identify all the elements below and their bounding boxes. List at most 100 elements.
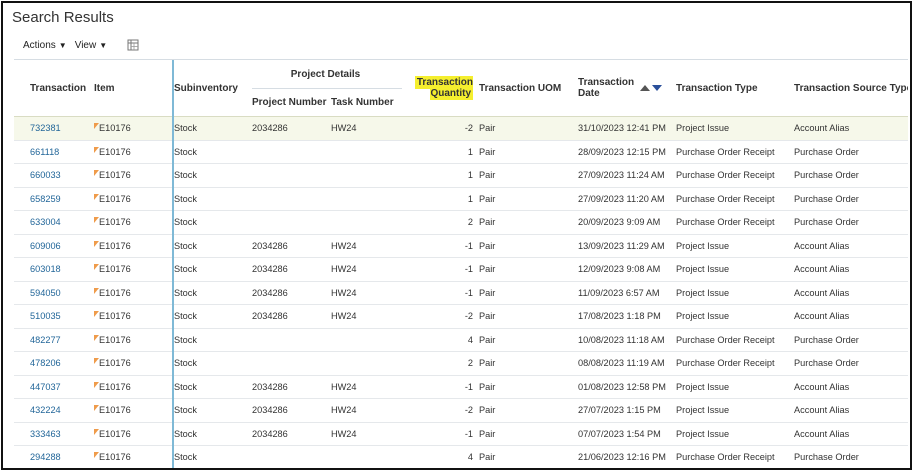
- table-row[interactable]: 447037 E10176 Stock 2034286 HW24 -1 Pair 01/08/…: [14, 375, 908, 399]
- type-cell: Purchase Order Receipt: [676, 351, 795, 376]
- item-cell: E10176: [94, 257, 173, 282]
- item-value: E10176: [99, 452, 131, 463]
- table-row[interactable]: 609006 E10176 Stock 2034286 HW24 -1 Pair 13/09/…: [14, 234, 908, 258]
- col-item[interactable]: Item: [94, 60, 173, 117]
- uom-cell: Pair: [479, 304, 579, 329]
- col-transaction-type[interactable]: Transaction Type: [676, 60, 794, 117]
- task-number-cell: HW24: [331, 304, 403, 329]
- row-selector[interactable]: [14, 210, 30, 235]
- subinventory-cell: Stock: [172, 163, 252, 188]
- row-selector[interactable]: [14, 351, 30, 376]
- source-type-cell: Account Alias: [794, 304, 908, 329]
- row-selector[interactable]: [14, 304, 30, 329]
- task-number-cell: HW24: [331, 375, 403, 399]
- table-row[interactable]: 603018 E10176 Stock 2034286 HW24 -1 Pair 12/09/…: [14, 257, 908, 282]
- source-type-cell: Account Alias: [794, 257, 908, 282]
- row-selector[interactable]: [14, 116, 30, 141]
- transaction-link[interactable]: 658259: [30, 194, 61, 204]
- item-value: E10176: [99, 405, 131, 416]
- quantity-cell: 4: [402, 445, 480, 468]
- col-transaction-date[interactable]: Transaction Date: [578, 60, 676, 117]
- freeze-columns-icon[interactable]: [127, 39, 139, 51]
- actions-menu[interactable]: Actions ▼: [23, 40, 67, 51]
- row-selector[interactable]: [14, 328, 30, 352]
- project-number-cell: 2034286: [252, 422, 331, 446]
- row-selector[interactable]: [14, 281, 30, 305]
- item-cell: E10176: [94, 163, 173, 188]
- row-selector[interactable]: [14, 140, 30, 164]
- col-transaction-source-type[interactable]: Transaction Source Type: [794, 60, 908, 117]
- col-transaction-uom[interactable]: Transaction UOM: [479, 60, 578, 117]
- date-cell: 27/09/2023 11:24 AM: [578, 163, 677, 188]
- quantity-header-line1: Transaction: [416, 77, 474, 88]
- source-type-cell: Account Alias: [794, 398, 908, 423]
- col-transaction[interactable]: Transaction: [30, 60, 94, 117]
- row-selector[interactable]: [14, 375, 30, 399]
- transaction-link[interactable]: 603018: [30, 264, 61, 274]
- task-number-cell: HW24: [331, 281, 403, 305]
- subinventory-cell: Stock: [172, 304, 252, 329]
- quantity-cell: -1: [402, 375, 480, 399]
- task-number-cell: [331, 187, 403, 211]
- table-row[interactable]: 510035 E10176 Stock 2034286 HW24 -2 Pair 17/08/…: [14, 304, 908, 329]
- transaction-link[interactable]: 478206: [30, 358, 61, 368]
- uom-cell: Pair: [479, 257, 579, 282]
- table-row[interactable]: 594050 E10176 Stock 2034286 HW24 -1 Pair 11/09/…: [14, 281, 908, 305]
- transaction-link[interactable]: 661118: [30, 147, 59, 157]
- item-value: E10176: [99, 240, 131, 251]
- view-menu[interactable]: View ▼: [75, 40, 107, 51]
- row-selector[interactable]: [14, 422, 30, 446]
- sort-ascending-icon[interactable]: [640, 85, 651, 91]
- table-row[interactable]: 482277 E10176 Stock 4 Pair 10/08/2023 11:18 A…: [14, 328, 908, 352]
- date-cell: 07/07/2023 1:54 PM: [578, 422, 677, 446]
- transaction-cell: 447037: [30, 375, 94, 399]
- transaction-link[interactable]: 294288: [30, 452, 61, 462]
- transaction-link[interactable]: 732381: [30, 123, 61, 133]
- row-selector[interactable]: [14, 257, 30, 282]
- col-subinventory[interactable]: Subinventory: [172, 60, 252, 117]
- sort-descending-icon[interactable]: [652, 85, 663, 91]
- transaction-link[interactable]: 333463: [30, 429, 61, 439]
- project-number-cell: [252, 187, 331, 211]
- item-cell: E10176: [94, 140, 173, 164]
- item-value: E10176: [99, 358, 131, 369]
- date-cell: 08/08/2023 11:19 AM: [578, 351, 677, 376]
- task-number-cell: [331, 328, 403, 352]
- table-row[interactable]: 661118 E10176 Stock 1 Pair 28/09/2023 12:15 P…: [14, 140, 908, 164]
- table-row[interactable]: 658259 E10176 Stock 1 Pair 27/09/2023 11:20 A…: [14, 187, 908, 211]
- table-row[interactable]: 294288 E10176 Stock 4 Pair 21/06/2023 12:16 P…: [14, 445, 908, 468]
- row-selector[interactable]: [14, 234, 30, 258]
- quantity-cell: 1: [402, 140, 480, 164]
- table-row[interactable]: 633004 E10176 Stock 2 Pair 20/09/2023 9:09 AM…: [14, 210, 908, 235]
- col-transaction-quantity[interactable]: Transaction Quantity: [402, 60, 479, 117]
- transaction-link[interactable]: 660033: [30, 170, 61, 180]
- row-selector[interactable]: [14, 187, 30, 211]
- table-row[interactable]: 333463 E10176 Stock 2034286 HW24 -1 Pair 07/07/…: [14, 422, 908, 446]
- row-selector[interactable]: [14, 163, 30, 188]
- col-project-number[interactable]: Project Number: [252, 89, 331, 117]
- date-header-line1: Transaction: [578, 77, 635, 88]
- transaction-link[interactable]: 609006: [30, 241, 61, 251]
- subinventory-cell: Stock: [172, 116, 252, 141]
- transaction-link[interactable]: 432224: [30, 405, 61, 415]
- chevron-down-icon: ▼: [58, 40, 67, 50]
- subinventory-cell: Stock: [172, 351, 252, 376]
- table-row[interactable]: 660033 E10176 Stock 1 Pair 27/09/2023 11:24 A…: [14, 163, 908, 188]
- type-cell: Project Issue: [676, 422, 795, 446]
- page-title: Search Results: [12, 9, 114, 26]
- table-row[interactable]: 432224 E10176 Stock 2034286 HW24 -2 Pair 27/07/…: [14, 398, 908, 423]
- source-type-cell: Account Alias: [794, 422, 908, 446]
- transaction-link[interactable]: 510035: [30, 311, 61, 321]
- col-task-number[interactable]: Task Number: [331, 89, 402, 117]
- row-selector[interactable]: [14, 445, 30, 468]
- transaction-link[interactable]: 633004: [30, 217, 61, 227]
- table-row[interactable]: 732381 E10176 Stock 2034286 HW24 -2 Pair 31/10/…: [14, 116, 908, 141]
- item-value: E10176: [99, 146, 131, 157]
- uom-cell: Pair: [479, 351, 579, 376]
- transaction-link[interactable]: 447037: [30, 382, 61, 392]
- transaction-link[interactable]: 594050: [30, 288, 61, 298]
- item-value: E10176: [99, 334, 131, 345]
- transaction-link[interactable]: 482277: [30, 335, 61, 345]
- row-selector[interactable]: [14, 398, 30, 423]
- table-row[interactable]: 478206 E10176 Stock 2 Pair 08/08/2023 11:19 A…: [14, 351, 908, 376]
